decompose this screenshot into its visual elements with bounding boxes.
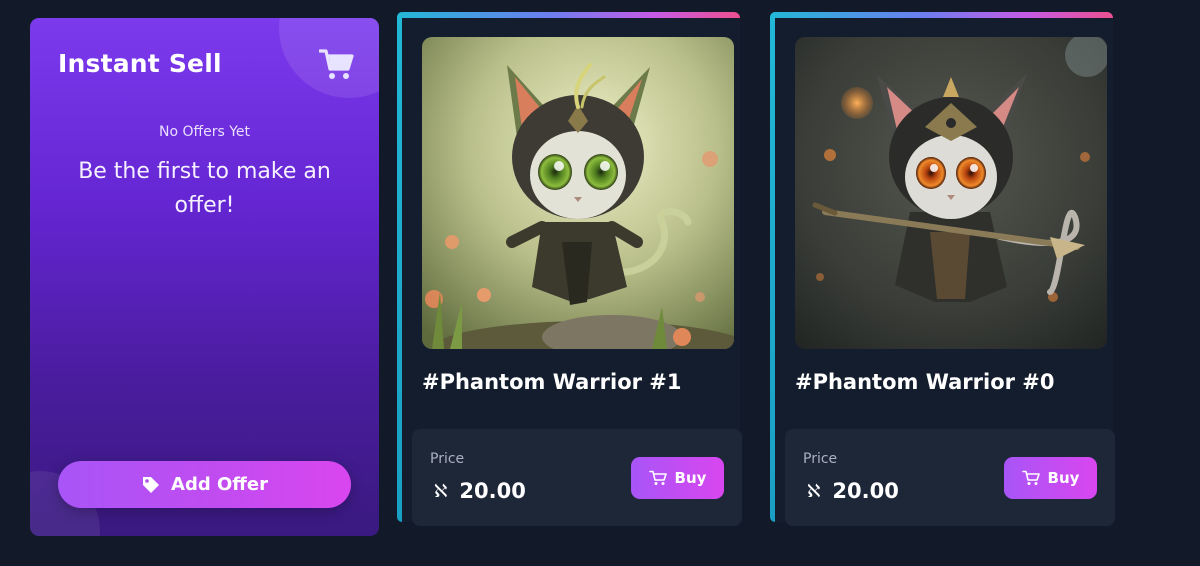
cart-icon [648, 470, 667, 485]
price-box: Price ℵ 20.00 Buy [785, 429, 1115, 526]
cart-icon [1021, 470, 1040, 485]
add-offer-label: Add Offer [171, 474, 268, 495]
offer-status: No Offers Yet [158, 124, 251, 140]
price-box: Price ℵ 20.00 Buy [412, 429, 742, 526]
nft-card[interactable]: #Phantom Warrior #0 Price ℵ 20.00 Buy [770, 12, 1125, 547]
phantom-warrior-0-image[interactable] [795, 37, 1107, 349]
phantom-warrior-1-image[interactable] [422, 37, 734, 349]
cart-icon [319, 49, 354, 79]
price-label: Price [803, 451, 838, 467]
instant-sell-title: Instant Sell [58, 49, 222, 78]
add-offer-button[interactable]: Add Offer [58, 461, 351, 508]
buy-label: Buy [1047, 469, 1080, 487]
currency-icon: ℵ [434, 480, 448, 502]
price-amount: 20.00 [832, 479, 899, 503]
nft-name[interactable]: #Phantom Warrior #1 [422, 370, 682, 394]
nft-name[interactable]: #Phantom Warrior #0 [795, 370, 1055, 394]
page: Instant Sell No Offers Yet Be the first … [0, 0, 1200, 566]
nft-card[interactable]: #Phantom Warrior #1 Price ℵ 20.00 Buy [397, 12, 752, 547]
tag-icon [143, 476, 160, 493]
offer-message: Be the first to make an offer! [78, 159, 331, 218]
price-amount: 20.00 [459, 479, 526, 503]
instant-sell-card: Instant Sell No Offers Yet Be the first … [30, 18, 379, 536]
price-value: ℵ 20.00 [807, 479, 899, 503]
buy-button[interactable]: Buy [1004, 457, 1097, 499]
price-label: Price [430, 451, 465, 467]
buy-label: Buy [674, 469, 707, 487]
currency-icon: ℵ [807, 480, 821, 502]
buy-button[interactable]: Buy [631, 457, 724, 499]
price-value: ℵ 20.00 [434, 479, 526, 503]
